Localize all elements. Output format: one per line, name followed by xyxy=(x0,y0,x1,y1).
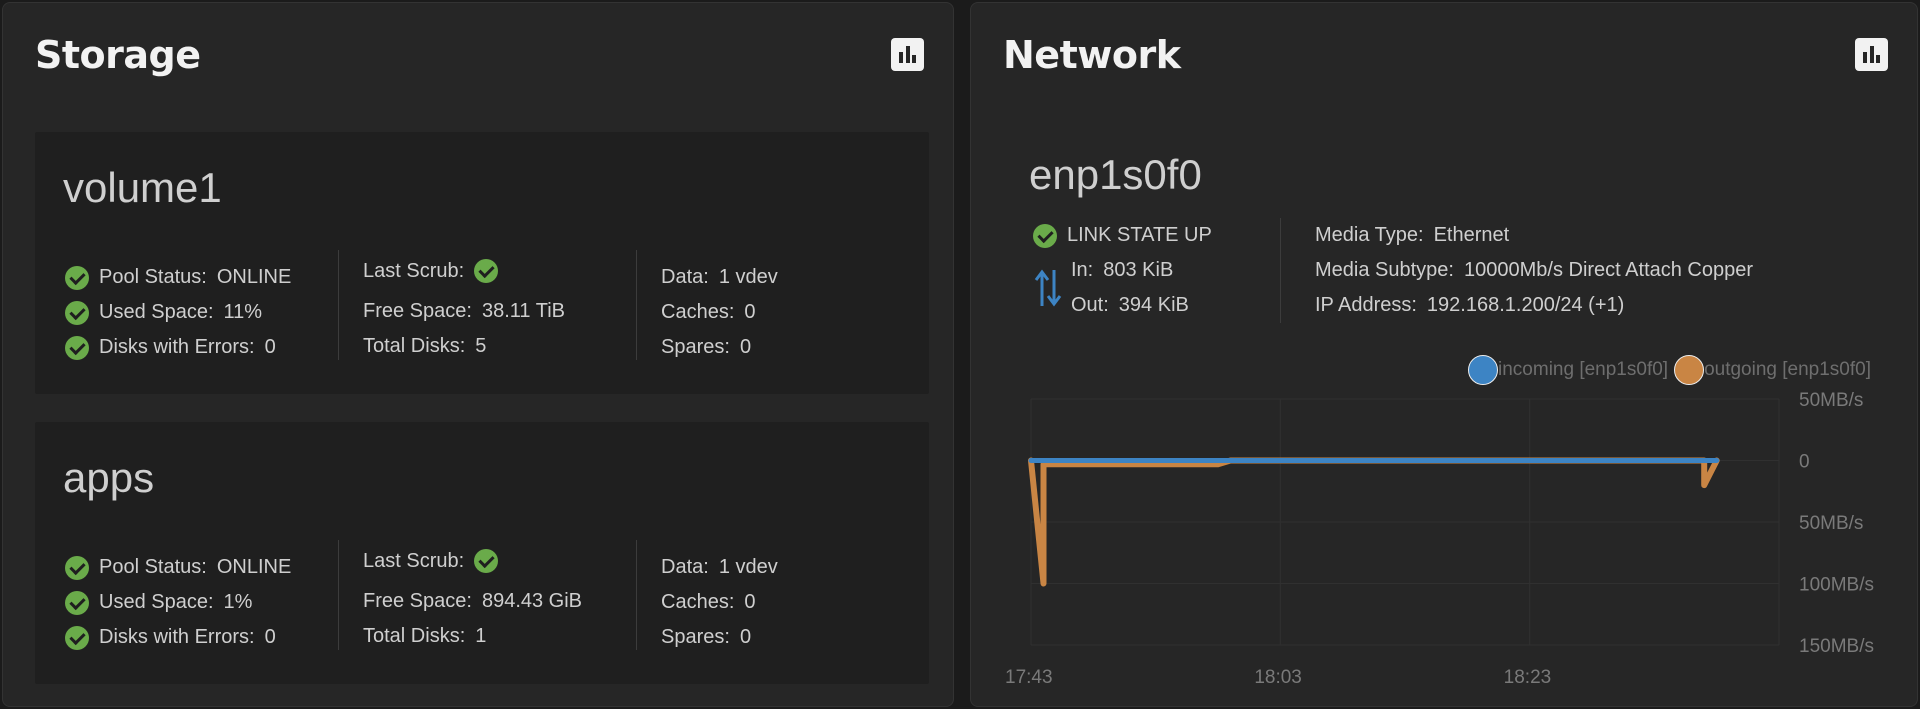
pool-name: apps xyxy=(63,454,155,501)
network-traffic-chart[interactable]: 50MB/s 0 50MB/s 100MB/s 150MB/s 17:43 18:03 18:… xyxy=(971,3,1919,708)
pool-column: Pool Status: ONLINE Used Space: 11% Disks wi… xyxy=(65,260,291,365)
disks-with-errors-label: Disks with Errors: xyxy=(99,336,255,358)
pool-status-value: ONLINE xyxy=(216,556,292,578)
storage-title: Storage xyxy=(35,33,201,77)
check-circle-icon xyxy=(65,590,89,615)
used-space-value: 11% xyxy=(223,301,263,323)
total-disks-label: Total Disks: xyxy=(363,335,466,357)
pool-status-row: Pool Status: ONLINE xyxy=(65,550,291,585)
free-space-label: Free Space: xyxy=(363,300,472,322)
disks-with-errors-label: Disks with Errors: xyxy=(99,626,255,648)
free-space-row: Free Space: 38.11 TiB xyxy=(363,294,565,329)
used-space-row: Used Space: 11% xyxy=(65,295,291,330)
spares-row: Spares: 0 xyxy=(661,330,778,365)
used-space-label: Used Space: xyxy=(99,591,214,613)
x-tick-label: 18:23 xyxy=(1504,667,1552,688)
last-scrub-label: Last Scrub: xyxy=(363,259,465,282)
spares-label: Spares: xyxy=(661,336,730,358)
pool-divider xyxy=(636,250,637,360)
y-tick-label: 50MB/s xyxy=(1799,513,1863,534)
pool-status-label: Pool Status: xyxy=(99,266,207,288)
pool-status-value: ONLINE xyxy=(216,266,292,288)
data-vdevs-value: 1 vdev xyxy=(718,556,778,578)
data-vdevs-label: Data: xyxy=(661,556,709,578)
data-vdevs-label: Data: xyxy=(661,266,709,288)
data-vdevs-row: Data: 1 vdev xyxy=(661,260,778,295)
total-disks-value: 5 xyxy=(475,335,487,357)
check-circle-icon xyxy=(65,265,89,290)
spares-row: Spares: 0 xyxy=(661,620,778,655)
data-vdevs-value: 1 vdev xyxy=(718,266,778,288)
pool-divider xyxy=(338,540,339,650)
x-tick-label: 18:03 xyxy=(1254,667,1302,688)
total-disks-row: Total Disks: 1 xyxy=(363,619,582,654)
caches-label: Caches: xyxy=(661,301,735,323)
pool-divider xyxy=(338,250,339,360)
disks-with-errors-value: 0 xyxy=(264,626,276,648)
pool-divider xyxy=(636,540,637,650)
check-circle-icon xyxy=(474,549,499,573)
spares-value: 0 xyxy=(739,336,752,358)
caches-label: Caches: xyxy=(661,591,735,613)
x-tick-label: 17:43 xyxy=(1005,667,1053,688)
caches-value: 0 xyxy=(744,591,756,613)
check-circle-icon xyxy=(65,555,89,580)
pool-status-row: Pool Status: ONLINE xyxy=(65,260,291,295)
check-circle-icon xyxy=(65,300,89,325)
check-circle-icon xyxy=(65,335,89,360)
last-scrub-label: Last Scrub: xyxy=(363,549,465,572)
y-tick-label: 150MB/s xyxy=(1799,636,1874,657)
spares-label: Spares: xyxy=(661,626,730,648)
caches-row: Caches: 0 xyxy=(661,295,778,330)
data-vdevs-row: Data: 1 vdev xyxy=(661,550,778,585)
pool-column: Pool Status: ONLINE Used Space: 1% Disks wit… xyxy=(65,550,291,655)
total-disks-value: 1 xyxy=(475,625,487,647)
last-scrub-row: Last Scrub: xyxy=(363,542,582,580)
free-space-value: 894.43 GiB xyxy=(481,590,583,612)
pool-column: Last Scrub: Free Space: 894.43 GiB Total Di… xyxy=(363,549,582,654)
last-scrub-row: Last Scrub: xyxy=(363,252,565,290)
pool-column: Data: 1 vdev Caches: 0 Spares: 0 xyxy=(661,550,778,655)
used-space-label: Used Space: xyxy=(99,301,214,323)
y-tick-label: 0 xyxy=(1799,452,1810,473)
free-space-label: Free Space: xyxy=(363,590,472,612)
check-circle-icon xyxy=(65,625,89,650)
network-card: Network enp1s0f0 LINK STATE UP In: 803 K… xyxy=(970,2,1918,707)
total-disks-label: Total Disks: xyxy=(363,625,466,647)
disks-with-errors-row: Disks with Errors: 0 xyxy=(65,330,291,365)
y-tick-label: 50MB/s xyxy=(1799,390,1863,411)
pool-column: Last Scrub: Free Space: 38.11 TiB Total Dis… xyxy=(363,259,565,364)
storage-reports-button[interactable] xyxy=(891,38,924,71)
free-space-row: Free Space: 894.43 GiB xyxy=(363,584,582,619)
disks-with-errors-row: Disks with Errors: 0 xyxy=(65,620,291,655)
caches-row: Caches: 0 xyxy=(661,585,778,620)
pool-volume1: volume1 Pool Status: ONLINE Used Space: 11% D… xyxy=(35,132,929,394)
pool-status-label: Pool Status: xyxy=(99,556,207,578)
disks-with-errors-value: 0 xyxy=(264,336,276,358)
y-tick-label: 100MB/s xyxy=(1799,575,1874,596)
used-space-row: Used Space: 1% xyxy=(65,585,291,620)
free-space-value: 38.11 TiB xyxy=(481,300,565,322)
pool-name: volume1 xyxy=(63,164,222,211)
check-circle-icon xyxy=(474,259,499,283)
spares-value: 0 xyxy=(739,626,752,648)
total-disks-row: Total Disks: 5 xyxy=(363,329,565,364)
pool-column: Data: 1 vdev Caches: 0 Spares: 0 xyxy=(661,260,778,365)
caches-value: 0 xyxy=(744,301,756,323)
used-space-value: 1% xyxy=(223,591,253,613)
storage-card: Storage volume1 Pool Status: ONLINE Used Sp… xyxy=(2,2,954,707)
pool-apps: apps Pool Status: ONLINE Used Space: 1% Disks… xyxy=(35,422,929,684)
